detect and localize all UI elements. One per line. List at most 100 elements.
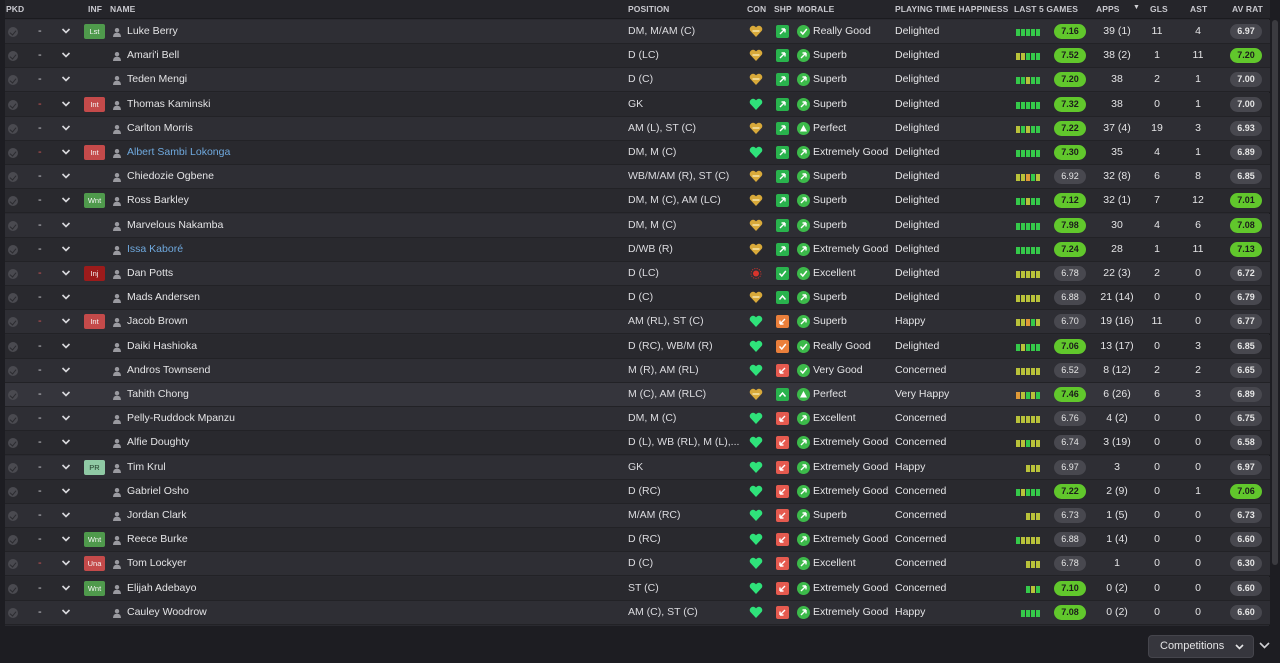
table-row[interactable]: - Wnt Ross Barkley DM, M (C), AM (LC) Superb… [5,189,1270,214]
col-shp[interactable]: SHP [774,4,792,14]
table-row[interactable]: - Lst Luke Berry DM, M/AM (C) Really Good Del… [5,20,1270,44]
col-inf[interactable]: INF [88,4,102,14]
chevron-down-icon[interactable] [61,27,71,35]
table-row[interactable]: - Tahith Chong M (C), AM (RLC) Perfect Very … [5,383,1270,407]
col-gls[interactable]: GLS [1150,4,1168,14]
chevron-down-icon[interactable] [1259,642,1270,649]
vertical-scrollbar[interactable] [1272,20,1278,565]
chevron-down-icon[interactable] [61,293,71,301]
table-row[interactable]: - Chiedozie Ogbene WB/M/AM (R), ST (C) Supe… [5,165,1270,190]
table-row[interactable]: - Inj Dan Potts D (LC) Excellent Delighted 6.7… [5,262,1270,286]
player-name[interactable]: Thomas Kaminski [127,98,210,110]
picked-check-icon[interactable] [8,196,18,207]
table-row[interactable]: - Int Jacob Brown AM (RL), ST (C) Superb Happ… [5,310,1270,335]
col-playing-time-happiness[interactable]: PLAYING TIME HAPPINESS [895,4,1008,14]
picked-check-icon[interactable] [8,365,18,376]
table-row[interactable]: - Int Albert Sambi Lokonga DM, M (C) Extreme… [5,141,1270,165]
col-ast[interactable]: AST [1190,4,1207,14]
table-row[interactable]: - Amari'i Bell D (LC) Superb Delighted 7.52 38… [5,44,1270,69]
picked-check-icon[interactable] [8,583,18,594]
chevron-down-icon[interactable] [61,535,71,543]
table-row[interactable]: - Int Thomas Kaminski GK Superb Delighted 7.32… [5,92,1270,117]
player-name[interactable]: Mads Andersen [127,291,200,303]
picked-check-icon[interactable] [8,172,18,183]
chevron-down-icon[interactable] [61,559,71,567]
player-name[interactable]: Andros Townsend [127,364,210,376]
col-morale[interactable]: MORALE [797,4,834,14]
player-name[interactable]: Issa Kaboré [127,243,183,255]
picked-check-icon[interactable] [8,123,18,134]
table-row[interactable]: - PR Tim Krul GK Extremely Good Happy 6.97 3 0 0 6… [5,455,1270,480]
chevron-down-icon[interactable] [61,463,71,471]
chevron-down-icon[interactable] [61,196,71,204]
sort-desc-icon[interactable]: ▼ [1133,4,1140,11]
picked-check-icon[interactable] [8,220,18,231]
picked-check-icon[interactable] [8,293,18,304]
player-name[interactable]: Amari'i Bell [127,49,179,61]
player-name[interactable]: Alfie Doughty [127,436,189,448]
picked-check-icon[interactable] [8,51,18,62]
player-name[interactable]: Tim Krul [127,461,166,473]
player-name[interactable]: Daiki Hashioka [127,340,197,352]
player-name[interactable]: Dan Potts [127,267,173,279]
picked-check-icon[interactable] [8,486,18,497]
player-name[interactable]: Reece Burke [127,533,188,545]
competitions-dropdown[interactable]: Competitions [1148,635,1254,658]
player-name[interactable]: Luke Berry [127,25,178,37]
player-name[interactable]: Ross Barkley [127,194,189,206]
player-name[interactable]: Tahith Chong [127,388,189,400]
chevron-down-icon[interactable] [61,414,71,422]
table-row[interactable]: - Andros Townsend M (R), AM (RL) Very Good C… [5,358,1270,383]
chevron-down-icon[interactable] [61,245,71,253]
col-last-5-games[interactable]: LAST 5 GAMES [1014,4,1078,14]
picked-check-icon[interactable] [8,559,18,570]
chevron-down-icon[interactable] [61,124,71,132]
picked-check-icon[interactable] [8,27,18,37]
player-name[interactable]: Pelly-Ruddock Mpanzu [127,412,235,424]
col-position[interactable]: POSITION [628,4,669,14]
player-name[interactable]: Elijah Adebayo [127,582,196,594]
table-row[interactable]: - Teden Mengi D (C) Superb Delighted 7.20 38 2 1… [5,68,1270,93]
table-row[interactable]: - Jordan Clark M/AM (RC) Superb Concerned 6.7… [5,504,1270,528]
chevron-down-icon[interactable] [61,75,71,83]
player-name[interactable]: Albert Sambi Lokonga [127,146,230,158]
chevron-down-icon[interactable] [61,100,71,108]
picked-check-icon[interactable] [8,341,18,352]
picked-check-icon[interactable] [8,390,18,400]
picked-check-icon[interactable] [8,317,18,328]
chevron-down-icon[interactable] [61,438,71,446]
picked-check-icon[interactable] [8,75,18,86]
chevron-down-icon[interactable] [61,511,71,519]
col-pkd[interactable]: PKD [6,4,24,14]
player-name[interactable]: Gabriel Osho [127,485,189,497]
chevron-down-icon[interactable] [61,221,71,229]
table-row[interactable]: - Wnt Elijah Adebayo ST (C) Extremely Good Co… [5,576,1270,601]
picked-check-icon[interactable] [8,438,18,449]
table-row[interactable]: - Carlton Morris AM (L), ST (C) Perfect Deli… [5,116,1270,141]
player-name[interactable]: Teden Mengi [127,73,187,85]
picked-check-icon[interactable] [8,99,18,110]
table-row[interactable]: - Marvelous Nakamba DM, M (C) Superb Delight… [5,213,1270,238]
picked-check-icon[interactable] [8,535,18,546]
chevron-down-icon[interactable] [61,342,71,350]
player-name[interactable]: Cauley Woodrow [127,606,207,618]
chevron-down-icon[interactable] [61,487,71,495]
table-row[interactable]: - Pelly-Ruddock Mpanzu DM, M (C) Excellent C… [5,407,1270,432]
picked-check-icon[interactable] [8,462,18,473]
chevron-down-icon[interactable] [61,366,71,374]
player-name[interactable]: Carlton Morris [127,122,193,134]
chevron-down-icon[interactable] [61,608,71,616]
chevron-down-icon[interactable] [61,390,71,398]
table-row[interactable]: - Mads Andersen D (C) Superb Delighted 6.88 21… [5,286,1270,311]
player-name[interactable]: Chiedozie Ogbene [127,170,214,182]
picked-check-icon[interactable] [8,148,18,158]
table-row[interactable]: - Wnt Reece Burke D (RC) Extremely Good Conce… [5,528,1270,553]
chevron-down-icon[interactable] [61,269,71,277]
chevron-down-icon[interactable] [61,51,71,59]
player-name[interactable]: Jacob Brown [127,315,188,327]
chevron-down-icon[interactable] [61,584,71,592]
table-row[interactable]: - Una Tom Lockyer D (C) Excellent Concerned 6.… [5,552,1270,577]
chevron-down-icon[interactable] [61,172,71,180]
table-row[interactable]: - Daiki Hashioka D (RC), WB/M (R) Really Go… [5,334,1270,359]
picked-check-icon[interactable] [8,244,18,255]
